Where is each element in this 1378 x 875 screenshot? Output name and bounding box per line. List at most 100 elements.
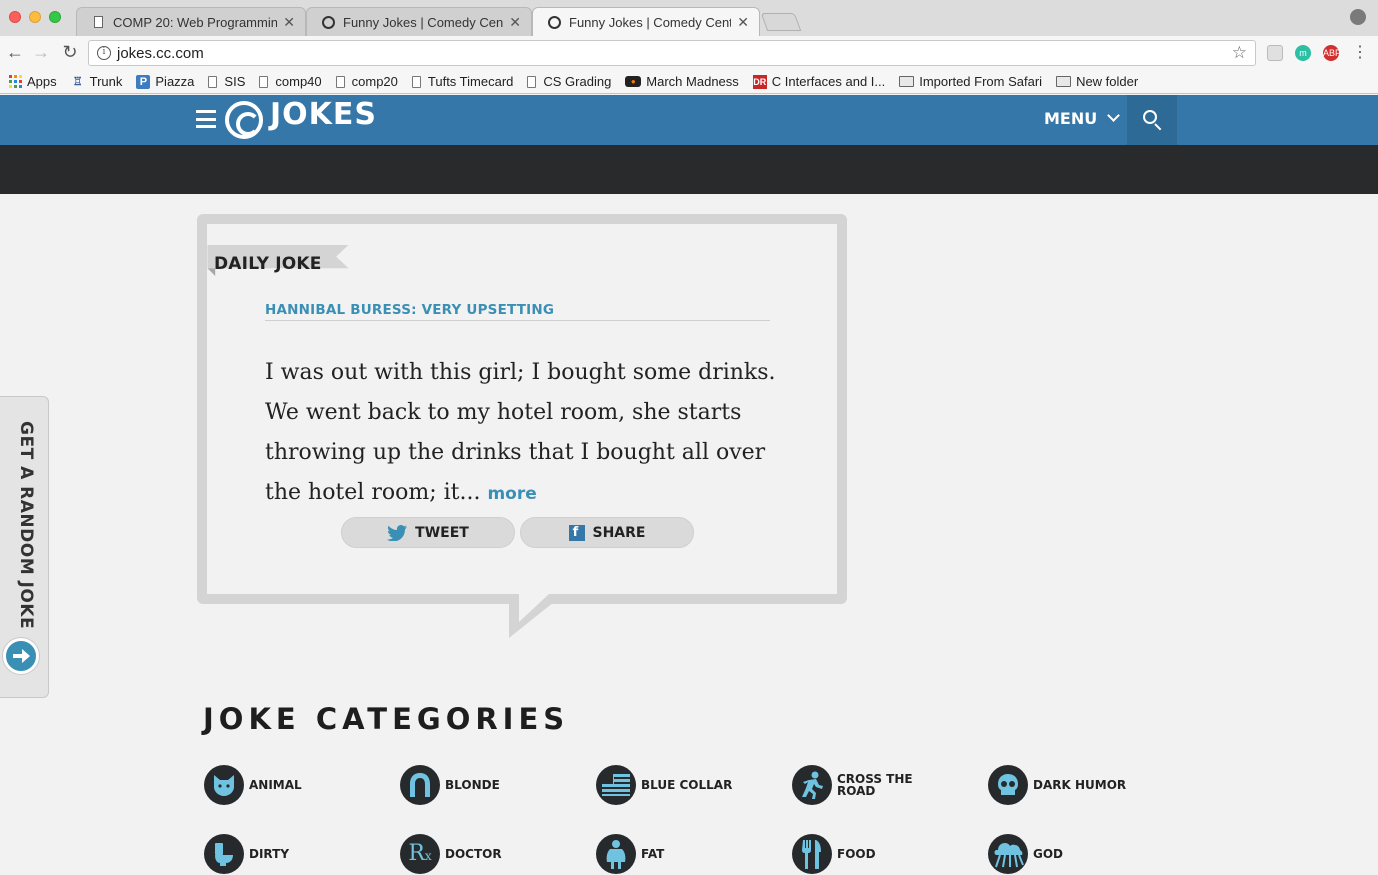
profile-icon[interactable] — [1350, 9, 1366, 25]
folder-icon — [1056, 76, 1072, 87]
category-cross-the-road[interactable]: CROSS THE ROAD — [792, 765, 913, 805]
reload-icon[interactable]: ↻ — [60, 42, 80, 62]
tab-title: Funny Jokes | Comedy Central — [343, 14, 504, 30]
new-tab-button[interactable] — [760, 13, 802, 31]
menu-button[interactable]: MENU — [1044, 109, 1121, 128]
category-label: BLUE COLLAR — [641, 778, 733, 792]
category-label: DIRTY — [249, 847, 290, 861]
comedy-central-logo-icon[interactable] — [225, 101, 263, 139]
browser-tab-active[interactable]: Funny Jokes | Comedy Central ✕ — [532, 7, 760, 36]
category-god[interactable]: GOD — [988, 834, 1063, 874]
hamburger-icon[interactable] — [196, 110, 216, 128]
page-icon — [335, 75, 345, 88]
cloud-rays-icon — [988, 834, 1028, 874]
bookmark-label: Tufts Timecard — [427, 74, 514, 89]
bookmark-comp20[interactable]: comp20 — [335, 74, 398, 89]
tab-close-icon[interactable]: ✕ — [509, 14, 521, 31]
comedy-central-icon — [547, 15, 561, 29]
forward-icon[interactable]: → — [31, 42, 51, 62]
category-animal[interactable]: ANIMAL — [204, 765, 302, 805]
page-icon — [259, 75, 269, 88]
bookmark-label: CS Grading — [543, 74, 612, 89]
minimize-window-button[interactable] — [29, 11, 41, 23]
bookmark-sis[interactable]: SIS — [208, 74, 245, 89]
sub-navigation-bar — [0, 145, 1378, 194]
bookmark-trunk[interactable]: ♖ Trunk — [71, 74, 123, 89]
category-label: FAT — [641, 847, 665, 861]
bookmark-march-madness[interactable]: ● March Madness — [625, 74, 739, 89]
bookmarks-bar: Apps ♖ Trunk P Piazza SIS comp40 comp20 … — [0, 70, 1378, 94]
category-doctor[interactable]: Rx DOCTOR — [400, 834, 502, 874]
twitter-bird-icon — [387, 524, 408, 541]
menu-label: MENU — [1044, 109, 1098, 128]
address-bar[interactable]: i jokes.cc.com ☆ — [88, 40, 1256, 66]
tweet-button[interactable]: TWEET — [341, 517, 515, 548]
bookmark-label: Imported From Safari — [919, 74, 1043, 89]
bookmark-tufts-timecard[interactable]: Tufts Timecard — [411, 74, 514, 89]
category-blonde[interactable]: BLONDE — [400, 765, 500, 805]
category-dark-humor[interactable]: DARK HUMOR — [988, 765, 1126, 805]
facebook-icon: f — [568, 524, 585, 541]
fat-person-icon — [596, 834, 636, 874]
extension-m-icon[interactable]: m — [1295, 45, 1311, 61]
category-label: FOOD — [837, 847, 876, 861]
joke-text: I was out with this girl; I bought some … — [265, 353, 785, 514]
category-label: ANIMAL — [249, 778, 302, 792]
more-link[interactable]: more — [487, 484, 536, 504]
category-blue-collar[interactable]: BLUE COLLAR — [596, 765, 732, 805]
category-label: BLONDE — [445, 778, 500, 792]
comedy-central-icon — [321, 15, 335, 29]
bookmark-label: comp40 — [275, 74, 322, 89]
browser-tab-strip: COMP 20: Web Programming ✕ Funny Jokes |… — [0, 0, 1378, 36]
skull-icon — [988, 765, 1028, 805]
category-food[interactable]: FOOD — [792, 834, 876, 874]
category-label-line: ROAD — [837, 784, 876, 798]
arrow-right-icon[interactable] — [3, 638, 39, 674]
browser-tab[interactable]: COMP 20: Web Programming ✕ — [76, 7, 306, 36]
chrome-menu-icon[interactable]: ⋮ — [1350, 42, 1370, 62]
bookmark-label: Trunk — [89, 74, 123, 89]
back-icon[interactable]: ← — [5, 42, 25, 62]
search-button[interactable] — [1127, 95, 1177, 145]
adblock-icon[interactable]: ABP — [1323, 45, 1341, 61]
bookmark-imported-from-safari[interactable]: Imported From Safari — [899, 74, 1042, 89]
folder-icon — [899, 76, 915, 87]
bookmark-c-interfaces[interactable]: DR C Interfaces and I... — [752, 74, 885, 89]
category-label: GOD — [1033, 847, 1064, 861]
joke-categories-heading: JOKE CATEGORIES — [203, 702, 570, 736]
tab-title: COMP 20: Web Programming — [113, 14, 278, 30]
bookmark-star-icon[interactable]: ☆ — [1232, 43, 1247, 63]
tab-close-icon[interactable]: ✕ — [737, 14, 749, 31]
close-window-button[interactable] — [9, 11, 21, 23]
flag-icon — [596, 765, 636, 805]
search-icon — [1143, 110, 1157, 124]
page-icon — [527, 75, 537, 88]
joke-title-link[interactable]: HANNIBAL BURESS: VERY UPSETTING — [265, 302, 770, 321]
category-label: DOCTOR — [445, 847, 502, 861]
running-figure-icon — [792, 765, 832, 805]
site-header: JOKES MENU — [0, 95, 1378, 145]
site-logo-text[interactable]: JOKES — [270, 97, 377, 132]
page-icon — [411, 75, 421, 88]
search-icon-handle — [1154, 123, 1162, 131]
random-joke-label[interactable]: GET A RANDOM JOKE — [6, 421, 36, 631]
bookmark-piazza[interactable]: P Piazza — [136, 74, 194, 89]
category-label: CROSS THE ROAD — [837, 773, 913, 797]
bookmark-cs-grading[interactable]: CS Grading — [527, 74, 611, 89]
bookmark-apps[interactable]: Apps — [8, 74, 57, 89]
page-icon — [208, 75, 218, 88]
toilet-icon — [204, 834, 244, 874]
browser-tab[interactable]: Funny Jokes | Comedy Central ✕ — [306, 7, 532, 36]
bookmark-new-folder[interactable]: New folder — [1056, 74, 1138, 89]
info-icon[interactable]: i — [97, 46, 111, 60]
tab-close-icon[interactable]: ✕ — [283, 14, 295, 31]
category-fat[interactable]: FAT — [596, 834, 664, 874]
bookmark-label: comp20 — [351, 74, 398, 89]
zoom-window-button[interactable] — [49, 11, 61, 23]
facebook-share-button[interactable]: f SHARE — [520, 517, 694, 548]
piazza-icon: P — [136, 74, 151, 89]
bookmark-comp40[interactable]: comp40 — [259, 74, 322, 89]
category-dirty[interactable]: DIRTY — [204, 834, 289, 874]
browser-toolbar: ← → ↻ i jokes.cc.com ☆ m ABP ⋮ — [0, 36, 1378, 70]
extension-icon[interactable] — [1267, 45, 1283, 61]
